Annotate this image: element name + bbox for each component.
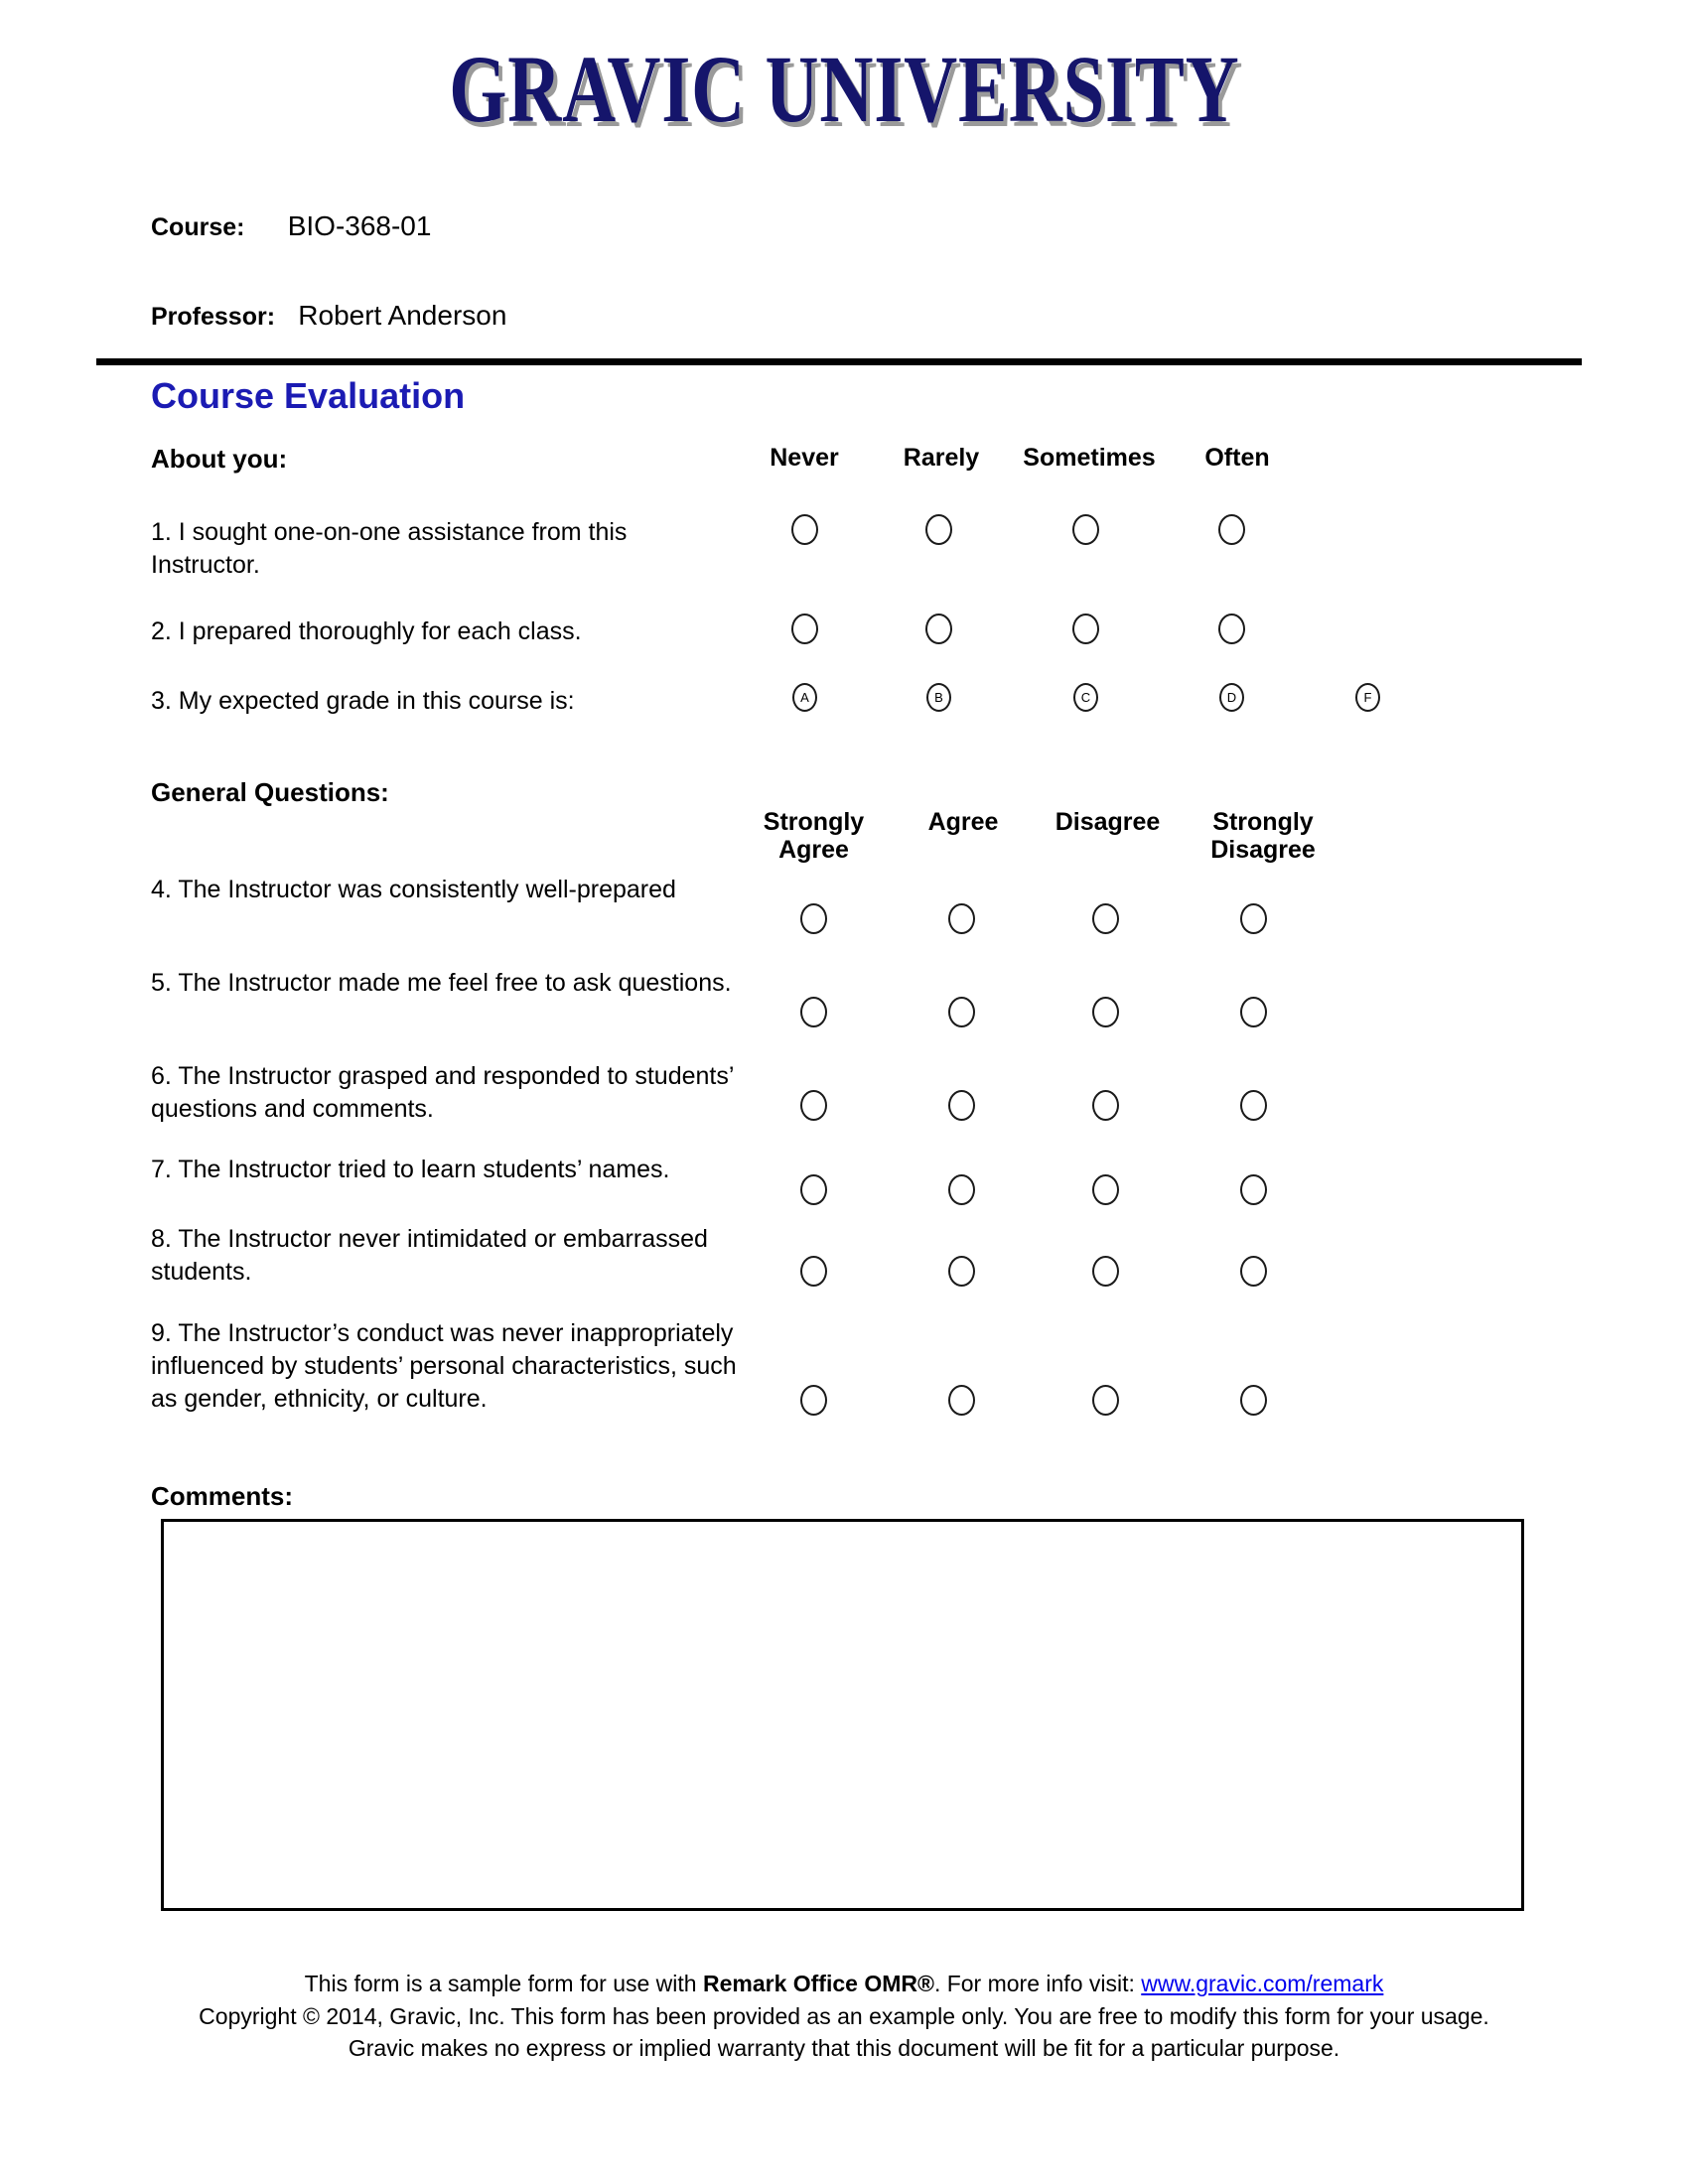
- q6-option-strongly-agree[interactable]: [800, 1090, 827, 1121]
- q4-option-disagree[interactable]: [1092, 903, 1119, 934]
- footer-product-name: Remark Office OMR®: [702, 1971, 934, 1996]
- q8-option-agree[interactable]: [948, 1256, 975, 1287]
- question-8-text: 8. The Instructor never intimidated or e…: [151, 1225, 708, 1286]
- about-scale-header-never: Never: [770, 444, 839, 472]
- q8-option-strongly-disagree[interactable]: [1240, 1256, 1267, 1287]
- q6-option-strongly-disagree[interactable]: [1240, 1090, 1267, 1121]
- q1-option-sometimes[interactable]: [1072, 514, 1099, 545]
- course-field-row: Course: BIO-368-01: [151, 210, 431, 242]
- about-you-heading: About you:: [151, 444, 288, 474]
- about-scale-header-sometimes: Sometimes: [1023, 444, 1156, 472]
- footer-line-1: This form is a sample form for use with …: [0, 1968, 1688, 2000]
- q5-option-agree[interactable]: [948, 997, 975, 1027]
- course-label: Course:: [151, 213, 245, 241]
- professor-label: Professor:: [151, 303, 276, 331]
- q3-option-d[interactable]: D: [1219, 683, 1244, 712]
- q4-option-strongly-agree[interactable]: [800, 903, 827, 934]
- course-value: BIO-368-01: [287, 210, 432, 241]
- q3-option-f[interactable]: F: [1355, 683, 1380, 712]
- footer-line-2: Copyright © 2014, Gravic, Inc. This form…: [199, 2002, 1489, 2029]
- gravic-remark-link[interactable]: www.gravic.com/remark: [1141, 1971, 1383, 1996]
- question-5-text: 5. The Instructor made me feel free to a…: [151, 969, 732, 997]
- gq-scale-header-agree: Agree: [927, 808, 999, 836]
- q7-option-strongly-agree[interactable]: [800, 1174, 827, 1205]
- gq-scale-header-strongly-disagree-line2: Disagree: [1210, 836, 1316, 864]
- q2-option-often[interactable]: [1218, 614, 1245, 644]
- gq-scale-header-strongly-agree: Strongly Agree: [737, 808, 891, 864]
- professor-value: Robert Anderson: [298, 300, 507, 331]
- q4-option-strongly-disagree[interactable]: [1240, 903, 1267, 934]
- q9-option-strongly-agree[interactable]: [800, 1385, 827, 1416]
- q8-option-disagree[interactable]: [1092, 1256, 1119, 1287]
- q5-option-strongly-disagree[interactable]: [1240, 997, 1267, 1027]
- question-7-text: 7. The Instructor tried to learn student…: [151, 1156, 670, 1183]
- gq-scale-header-strongly-disagree: Strongly Disagree: [1184, 808, 1342, 864]
- question-9-text: 9. The Instructor’s conduct was never in…: [151, 1319, 737, 1413]
- q9-option-disagree[interactable]: [1092, 1385, 1119, 1416]
- footer-line1-part1: This form is a sample form for use with: [304, 1971, 703, 1996]
- q5-option-strongly-agree[interactable]: [800, 997, 827, 1027]
- gq-scale-header-strongly-agree-line2: Agree: [778, 836, 849, 864]
- comments-input-box[interactable]: [161, 1519, 1524, 1911]
- professor-field-row: Professor: Robert Anderson: [151, 300, 506, 332]
- gq-scale-header-strongly-disagree-line1: Strongly: [1212, 808, 1314, 836]
- q6-option-disagree[interactable]: [1092, 1090, 1119, 1121]
- gq-scale-header-disagree: Disagree: [1055, 808, 1161, 836]
- q7-option-strongly-disagree[interactable]: [1240, 1174, 1267, 1205]
- comments-heading: Comments:: [151, 1481, 294, 1511]
- footer-line-3: Gravic makes no express or implied warra…: [348, 2035, 1340, 2062]
- q1-option-often[interactable]: [1218, 514, 1245, 545]
- header-divider-rule: [96, 358, 1582, 365]
- q7-option-agree[interactable]: [948, 1174, 975, 1205]
- university-title: GRAVIC UNIVERSITY: [448, 36, 1240, 142]
- about-scale-header-rarely: Rarely: [903, 444, 980, 472]
- question-4-text: 4. The Instructor was consistently well-…: [151, 876, 676, 903]
- q8-option-strongly-agree[interactable]: [800, 1256, 827, 1287]
- q3-option-a[interactable]: A: [792, 683, 817, 712]
- general-questions-heading: General Questions:: [151, 777, 389, 807]
- q4-option-agree[interactable]: [948, 903, 975, 934]
- q7-option-disagree[interactable]: [1092, 1174, 1119, 1205]
- question-1-text: 1. I sought one-on-one assistance from t…: [151, 518, 628, 579]
- q1-option-never[interactable]: [791, 514, 818, 545]
- page-title: Course Evaluation: [151, 375, 466, 416]
- footer-line1-part2: . For more info visit:: [933, 1971, 1142, 1996]
- q2-option-sometimes[interactable]: [1072, 614, 1099, 644]
- q6-option-agree[interactable]: [948, 1090, 975, 1121]
- q1-option-rarely[interactable]: [925, 514, 952, 545]
- question-2-text: 2. I prepared thoroughly for each class.: [151, 617, 582, 645]
- question-6-text: 6. The Instructor grasped and responded …: [151, 1062, 734, 1123]
- q2-option-never[interactable]: [791, 614, 818, 644]
- question-3-text: 3. My expected grade in this course is:: [151, 687, 575, 715]
- q3-option-c[interactable]: C: [1073, 683, 1098, 712]
- title-banner: GRAVIC UNIVERSITY: [0, 42, 1688, 137]
- q3-option-b[interactable]: B: [926, 683, 951, 712]
- about-scale-header-often: Often: [1204, 444, 1270, 472]
- q5-option-disagree[interactable]: [1092, 997, 1119, 1027]
- q9-option-agree[interactable]: [948, 1385, 975, 1416]
- gq-scale-header-strongly-agree-line1: Strongly: [763, 808, 865, 836]
- footer: This form is a sample form for use with …: [0, 1968, 1688, 2065]
- q9-option-strongly-disagree[interactable]: [1240, 1385, 1267, 1416]
- q2-option-rarely[interactable]: [925, 614, 952, 644]
